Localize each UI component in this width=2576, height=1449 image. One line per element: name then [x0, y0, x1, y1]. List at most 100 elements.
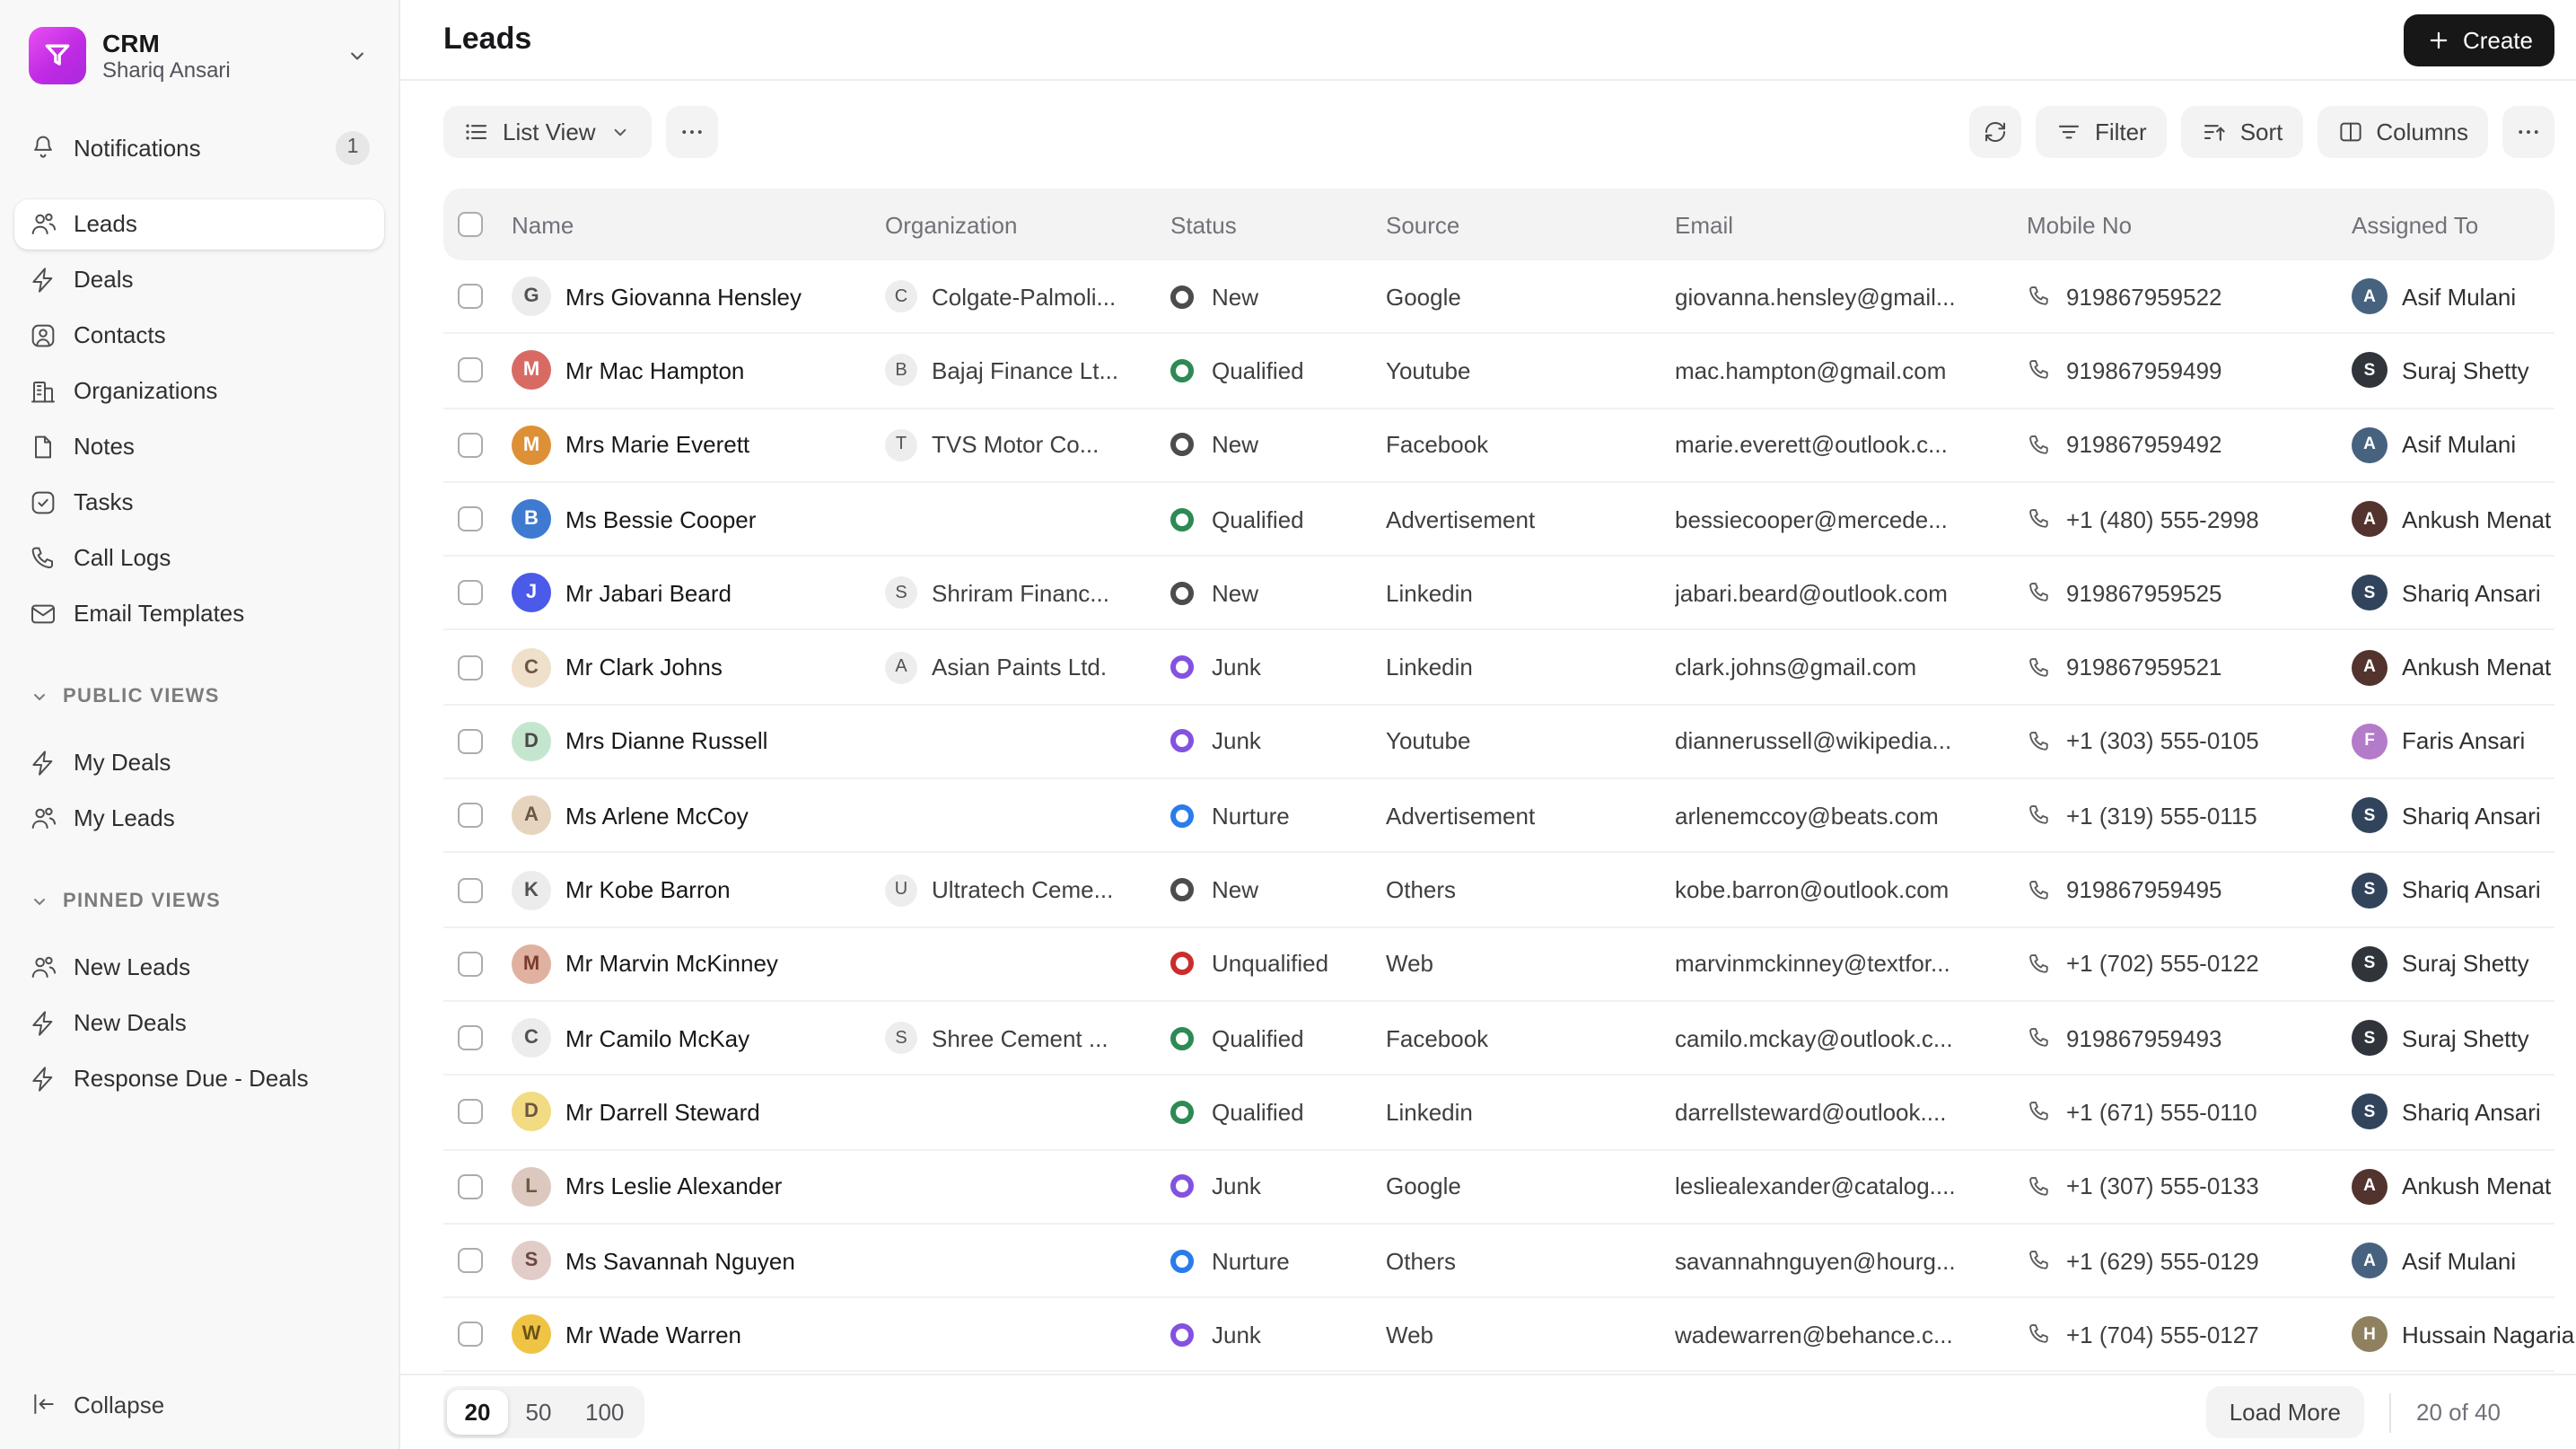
sidebar-item-call-logs[interactable]: Call Logs [14, 532, 384, 584]
sidebar-item-organizations[interactable]: Organizations [14, 365, 384, 417]
row-checkbox[interactable] [458, 654, 483, 680]
account-switcher[interactable]: CRM Shariq Ansari [14, 18, 384, 90]
status-label: Junk [1212, 1172, 1261, 1199]
table-row[interactable]: J Mr Jabari Beard S Shriram Financ... Ne… [443, 557, 2554, 631]
mobile-value: 919867959495 [2066, 876, 2222, 903]
assigned-avatar: A [2352, 278, 2388, 314]
sidebar-item-label: Response Due - Deals [74, 1066, 309, 1093]
table-row[interactable]: D Mr Darrell Steward Qualified Linkedin … [443, 1076, 2554, 1151]
sidebar-item-my-leads[interactable]: My Leads [14, 793, 384, 844]
sidebar-item-notes[interactable]: Notes [14, 421, 384, 472]
table-row[interactable]: K Mr Kobe Barron U Ultratech Ceme... New… [443, 854, 2554, 928]
table-row[interactable]: S Ms Savannah Nguyen Nurture Others sava… [443, 1225, 2554, 1299]
status-label: New [1212, 876, 1258, 903]
status-label: Qualified [1212, 1024, 1304, 1051]
filter-button[interactable]: Filter [2036, 105, 2167, 157]
table-row[interactable]: L Mrs Leslie Alexander Junk Google lesli… [443, 1150, 2554, 1225]
lead-name: Mr Marvin McKinney [565, 951, 778, 978]
table-row[interactable]: W Mr Wade Warren Junk Web wadewarren@beh… [443, 1298, 2554, 1373]
email-value: bessiecooper@mercede... [1675, 505, 1948, 532]
email-value: clark.johns@gmail.com [1675, 654, 1916, 681]
table-row[interactable]: M Mrs Marie Everett T TVS Motor Co... Ne… [443, 408, 2554, 483]
source-label: Facebook [1386, 431, 1488, 458]
row-checkbox[interactable] [458, 803, 483, 828]
source-label: Facebook [1386, 1024, 1488, 1051]
select-all-checkbox[interactable] [458, 212, 483, 237]
row-checkbox[interactable] [458, 1025, 483, 1050]
collapse-sidebar-button[interactable]: Collapse [14, 1377, 384, 1431]
email-value: darrellsteward@outlook.... [1675, 1099, 1946, 1126]
sidebar-item-leads[interactable]: Leads [14, 198, 384, 250]
assigned-name: Suraj Shetty [2402, 357, 2529, 384]
row-checkbox[interactable] [458, 1100, 483, 1125]
row-checkbox[interactable] [458, 581, 483, 606]
assigned-name: Ankush Menat [2402, 1172, 2551, 1199]
leads-icon [29, 953, 57, 982]
column-header-organization[interactable]: Organization [885, 211, 1170, 238]
sidebar-item-contacts[interactable]: Contacts [14, 310, 384, 361]
row-checkbox[interactable] [458, 1322, 483, 1348]
column-header-source[interactable]: Source [1386, 211, 1675, 238]
assigned-name: Shariq Ansari [2402, 580, 2541, 607]
sidebar-item-new-leads[interactable]: New Leads [14, 942, 384, 993]
footer-divider [2389, 1392, 2391, 1432]
row-checkbox[interactable] [458, 432, 483, 457]
sidebar-item-deals[interactable]: Deals [14, 254, 384, 305]
status-indicator-icon [1170, 1026, 1194, 1049]
table-row[interactable]: M Mr Marvin McKinney Unqualified Web mar… [443, 927, 2554, 1002]
load-more-button[interactable]: Load More [2206, 1386, 2364, 1438]
table-row[interactable]: A Ms Arlene McCoy Nurture Advertisement … [443, 779, 2554, 854]
table-row[interactable]: C Mr Clark Johns A Asian Paints Ltd. Jun… [443, 631, 2554, 706]
row-checkbox[interactable] [458, 1248, 483, 1273]
sidebar-item-response-due-deals[interactable]: Response Due - Deals [14, 1053, 384, 1104]
view-switcher-button[interactable]: List View [443, 105, 652, 157]
row-checkbox[interactable] [458, 506, 483, 531]
row-checkbox[interactable] [458, 284, 483, 309]
page-size-50[interactable]: 50 [508, 1390, 569, 1435]
view-options-button[interactable] [666, 105, 718, 157]
table-row[interactable]: C Mr Camilo McKay S Shree Cement ... Qua… [443, 1002, 2554, 1076]
table-row[interactable]: B Ms Bessie Cooper Qualified Advertiseme… [443, 483, 2554, 558]
status-label: New [1212, 580, 1258, 607]
mobile-value: 919867959492 [2066, 431, 2222, 458]
row-checkbox[interactable] [458, 358, 483, 383]
sidebar-item-new-deals[interactable]: New Deals [14, 997, 384, 1049]
refresh-button[interactable] [1969, 105, 2021, 157]
view-label: List View [503, 118, 596, 145]
phone-icon [2027, 358, 2052, 383]
sort-button[interactable]: Sort [2181, 105, 2303, 157]
mobile-value: +1 (480) 555-2998 [2066, 505, 2259, 532]
columns-button[interactable]: Columns [2317, 105, 2488, 157]
email-value: mac.hampton@gmail.com [1675, 357, 1946, 384]
table-row[interactable]: D Mrs Dianne Russell Junk Youtube dianne… [443, 706, 2554, 780]
sidebar-item-tasks[interactable]: Tasks [14, 477, 384, 528]
pinned-views-header[interactable]: PINNED VIEWS [14, 880, 384, 923]
row-checkbox[interactable] [458, 1173, 483, 1199]
row-checkbox[interactable] [458, 877, 483, 902]
sidebar-item-notifications[interactable]: Notifications 1 [14, 122, 384, 173]
sidebar-item-label: Email Templates [74, 601, 244, 628]
column-header-email[interactable]: Email [1675, 211, 2027, 238]
page-size-20[interactable]: 20 [447, 1390, 508, 1435]
more-options-button[interactable] [2502, 105, 2554, 157]
page-title: Leads [443, 22, 531, 57]
column-header-status[interactable]: Status [1170, 211, 1386, 238]
lead-name: Mrs Dianne Russell [565, 728, 767, 755]
column-header-assigned[interactable]: Assigned To [2352, 211, 2554, 238]
column-header-name[interactable]: Name [512, 211, 885, 238]
row-checkbox[interactable] [458, 952, 483, 977]
public-views-header[interactable]: PUBLIC VIEWS [14, 675, 384, 718]
page-size-100[interactable]: 100 [569, 1390, 640, 1435]
deals-icon [29, 749, 57, 777]
lead-avatar: A [512, 795, 551, 835]
organization-avatar: C [885, 280, 917, 312]
sidebar-item-email-templates[interactable]: Email Templates [14, 588, 384, 639]
current-user: Shariq Ansari [102, 57, 231, 83]
table-row[interactable]: G Mrs Giovanna Hensley C Colgate-Palmoli… [443, 260, 2554, 335]
create-button[interactable]: Create [2404, 13, 2554, 66]
column-header-mobile[interactable]: Mobile No [2027, 211, 2352, 238]
organization-name: Asian Paints Ltd. [932, 654, 1107, 681]
sidebar-item-my-deals[interactable]: My Deals [14, 737, 384, 788]
table-row[interactable]: M Mr Mac Hampton B Bajaj Finance Lt... Q… [443, 335, 2554, 409]
row-checkbox[interactable] [458, 729, 483, 754]
